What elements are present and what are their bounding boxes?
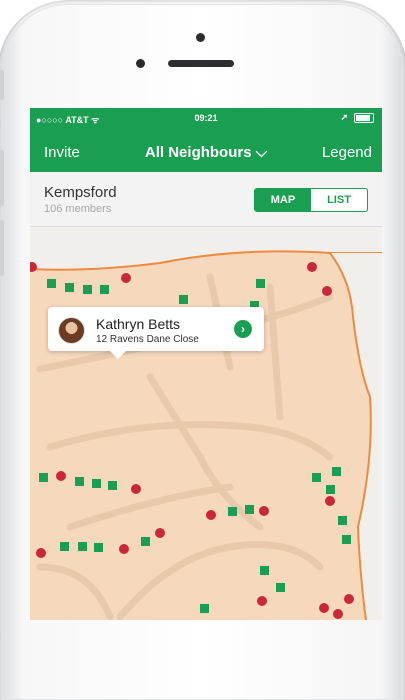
nav-bar: ●○○○○ AT&T ᯤ 09:21 ➚ Invite All Neighbou… — [30, 108, 382, 172]
front-camera — [196, 33, 205, 42]
mute-switch — [0, 70, 4, 100]
app-screen: ●○○○○ AT&T ᯤ 09:21 ➚ Invite All Neighbou… — [30, 108, 382, 620]
map-tab[interactable]: MAP — [255, 189, 311, 211]
battery-icon — [354, 112, 374, 123]
volume-up-button — [0, 150, 4, 206]
earpiece-speaker — [168, 60, 234, 67]
community-name: Kempsford — [44, 184, 117, 201]
volume-down-button — [0, 220, 4, 276]
status-bar: ●○○○○ AT&T ᯤ 09:21 ➚ — [30, 112, 382, 125]
neighbour-name: Kathryn Betts — [96, 316, 181, 332]
clock: 09:21 — [194, 113, 218, 123]
proximity-sensor — [136, 59, 145, 68]
popup-pointer — [110, 351, 126, 359]
member-count: 106 members — [44, 203, 112, 215]
neighbour-popup[interactable]: Kathryn Betts 12 Ravens Dane Close › — [48, 307, 264, 359]
location-arrow-icon: ➚ — [340, 112, 348, 122]
neighbour-address: 12 Ravens Dane Close — [96, 334, 199, 345]
neighbourhood-map[interactable] — [30, 227, 382, 620]
legend-button[interactable]: Legend — [322, 144, 372, 161]
chevron-right-icon[interactable]: › — [234, 320, 252, 338]
community-header: Kempsford 106 members MAP LIST — [30, 172, 382, 227]
view-toggle: MAP LIST — [254, 188, 368, 212]
list-tab[interactable]: LIST — [311, 189, 367, 211]
avatar-icon — [58, 317, 85, 344]
status-right: ➚ — [340, 112, 374, 123]
